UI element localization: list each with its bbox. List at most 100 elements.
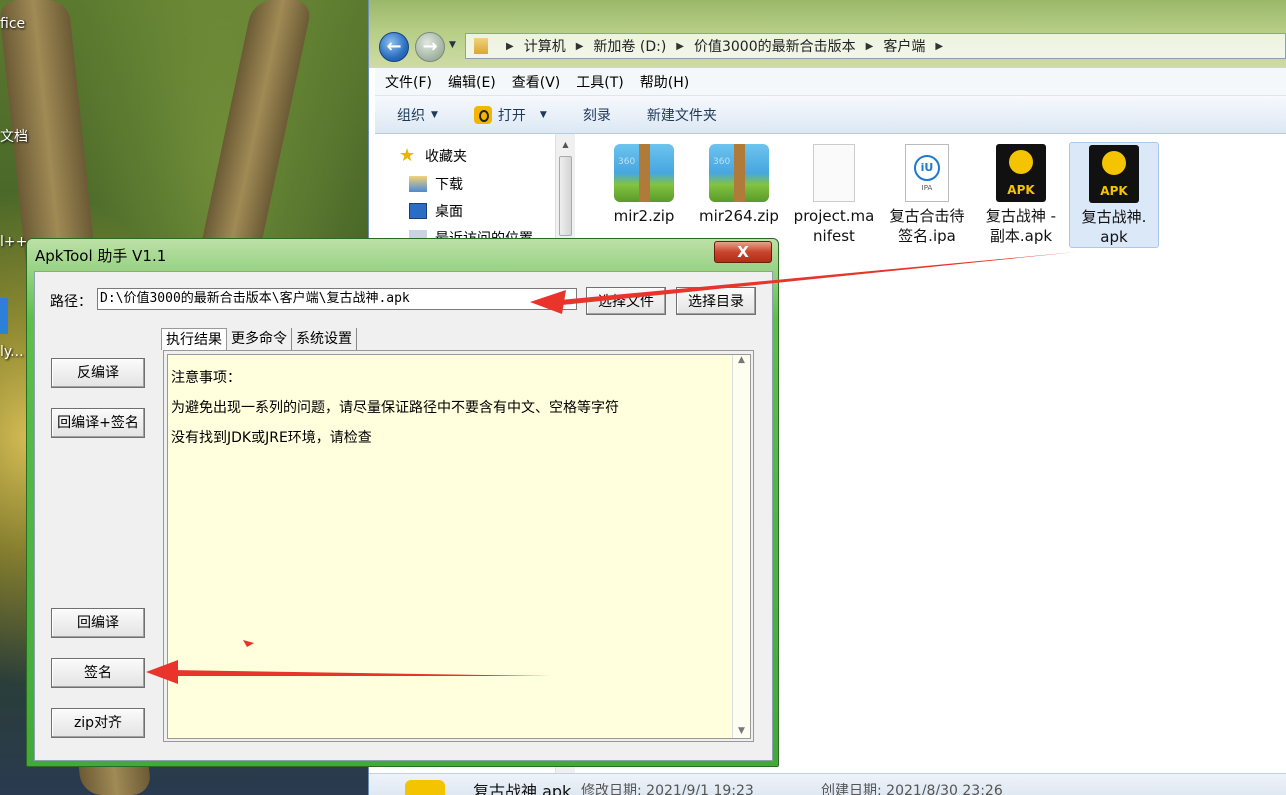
menu-help[interactable]: 帮助(H) — [640, 72, 689, 92]
details-modified: 修改日期: 2021/9/1 19:23 — [581, 783, 754, 795]
file-item-selected[interactable]: APK 复古战神. apk — [1069, 142, 1159, 248]
tab-system-settings[interactable]: 系统设置 — [292, 328, 357, 350]
forward-button[interactable]: → — [415, 32, 445, 62]
chevron-right-icon[interactable]: ▶ — [506, 41, 514, 52]
recompile-sign-button[interactable]: 回编译+签名 — [51, 408, 145, 438]
nav-label: 下载 — [435, 177, 463, 193]
apktool-title: ApkTool 助手 V1.1 — [35, 247, 167, 265]
file-name-line: 复古战神 - — [985, 207, 1057, 225]
file-item[interactable]: mir2.zip — [599, 144, 689, 226]
breadcrumb-item[interactable]: 客户端 — [883, 36, 925, 56]
desktop-app-icon[interactable] — [0, 298, 8, 334]
scroll-down-arrow-icon[interactable]: ▼ — [733, 726, 750, 736]
open-app-icon — [473, 105, 492, 124]
tab-strip: 执行结果 更多命令 系统设置 — [161, 328, 357, 350]
tab-results[interactable]: 执行结果 — [161, 328, 227, 350]
ipa-file-icon: iU IPA — [905, 144, 949, 202]
scrollbar-thumb[interactable] — [559, 156, 572, 236]
file-name-line: project.ma — [793, 207, 875, 225]
desktop-icon-label[interactable]: ly... — [0, 344, 24, 360]
file-item[interactable]: mir264.zip — [694, 144, 784, 226]
chevron-right-icon[interactable]: ▶ — [676, 41, 684, 52]
results-panel: 注意事项： 为避免出现一系列的问题，请尽量保证路径中不要含有中文、空格等字符 没… — [163, 350, 754, 742]
nav-desktop[interactable]: 桌面 — [409, 201, 463, 221]
apktool-window: ApkTool 助手 V1.1 X 路径： D:\价值3000的最新合击版本\客… — [26, 238, 779, 767]
output-line: 为避免出现一系列的问题，请尽量保证路径中不要含有中文、空格等字符 — [171, 400, 619, 416]
apk-logo-icon — [1102, 151, 1126, 175]
nav-downloads[interactable]: 下载 — [409, 174, 463, 194]
output-line: 没有找到JDK或JRE环境，请检查 — [171, 430, 372, 446]
zipalign-button[interactable]: zip对齐 — [51, 708, 145, 738]
burn-button[interactable]: 刻录 — [583, 105, 611, 125]
sign-button[interactable]: 签名 — [51, 658, 145, 688]
recent-pages-dropdown[interactable]: ▼ — [449, 40, 456, 50]
nav-favorites[interactable]: ★ 收藏夹 — [399, 146, 467, 166]
back-button[interactable]: ← — [379, 32, 409, 62]
chevron-right-icon[interactable]: ▶ — [935, 41, 943, 52]
downloads-folder-icon — [409, 176, 427, 192]
explorer-titlebar: ← → ▼ ▶ 计算机 ▶ 新加卷 (D:) ▶ 价值3000的最新合击版本 ▶… — [369, 0, 1286, 68]
desktop-icon-label[interactable]: l++ — [0, 234, 27, 250]
apk-icon-label: APK — [1007, 183, 1035, 197]
file-name: mir264.zip — [699, 207, 779, 225]
new-folder-button[interactable]: 新建文件夹 — [647, 105, 717, 125]
menu-tools[interactable]: 工具(T) — [576, 72, 623, 92]
organize-button[interactable]: 组织 ▼ — [397, 105, 438, 125]
breadcrumb-item[interactable]: 计算机 — [524, 36, 566, 56]
chevron-right-icon[interactable]: ▶ — [576, 41, 584, 52]
decompile-button[interactable]: 反编译 — [51, 358, 145, 388]
tab-more-commands[interactable]: 更多命令 — [227, 328, 292, 350]
file-name-line: 副本.apk — [989, 227, 1053, 245]
file-name-line: apk — [1100, 228, 1128, 246]
file-name: mir2.zip — [613, 207, 675, 225]
scroll-up-arrow-icon[interactable]: ▲ — [556, 140, 575, 149]
chevron-right-icon[interactable]: ▶ — [866, 41, 874, 52]
file-name-line: 复古战神. — [1081, 208, 1147, 226]
output-log[interactable]: 注意事项： 为避免出现一系列的问题，请尽量保证路径中不要含有中文、空格等字符 没… — [167, 354, 751, 739]
blank-document-icon — [813, 144, 855, 202]
close-button[interactable]: X — [714, 241, 772, 263]
desktop-icon-label[interactable]: 文档 — [0, 126, 28, 146]
scroll-up-arrow-icon[interactable]: ▲ — [733, 355, 750, 365]
desktop-folder-icon — [409, 203, 427, 219]
breadcrumb-item[interactable]: 新加卷 (D:) — [593, 36, 666, 56]
caret-down-icon[interactable]: ▼ — [540, 110, 547, 120]
ipa-icon-label: IPA — [921, 184, 933, 192]
path-input[interactable]: D:\价值3000的最新合击版本\客户端\复古战神.apk — [97, 288, 577, 310]
file-item[interactable]: iU IPA 复古合击待 签名.ipa — [882, 144, 972, 246]
details-file-name: 复古战神.apk — [473, 782, 572, 795]
menu-file[interactable]: 文件(F) — [385, 72, 432, 92]
open-label: 打开 — [497, 107, 526, 124]
file-name-line: 复古合击待 — [889, 207, 965, 225]
file-item[interactable]: APK 复古战神 - 副本.apk — [976, 144, 1066, 246]
apk-file-icon: APK — [1089, 145, 1139, 203]
recompile-button[interactable]: 回编译 — [51, 608, 145, 638]
file-item[interactable]: project.ma nifest — [789, 144, 879, 246]
caret-down-icon: ▼ — [431, 109, 438, 120]
file-name-line: nifest — [813, 227, 855, 245]
details-created: 创建日期: 2021/8/30 23:26 — [821, 783, 1003, 795]
zip-archive-icon — [614, 144, 674, 202]
nav-label: 收藏夹 — [425, 149, 467, 165]
apk-icon-label: APK — [1100, 184, 1128, 198]
output-scrollbar[interactable]: ▲ ▼ — [732, 355, 750, 738]
apk-logo-icon — [1009, 150, 1033, 174]
menu-edit[interactable]: 编辑(E) — [448, 72, 496, 92]
nav-label: 桌面 — [435, 204, 463, 220]
select-file-button[interactable]: 选择文件 — [586, 287, 666, 315]
zip-archive-icon — [709, 144, 769, 202]
star-icon: ★ — [399, 145, 416, 166]
menu-view[interactable]: 查看(V) — [512, 72, 561, 92]
breadcrumb-item[interactable]: 价值3000的最新合击版本 — [694, 36, 856, 56]
output-line: 注意事项： — [171, 370, 241, 386]
open-button[interactable]: 打开 ▼ — [473, 105, 547, 125]
command-bar: 组织 ▼ 打开 ▼ 刻录 新建文件夹 — [375, 96, 1286, 134]
path-label: 路径： — [50, 294, 92, 310]
select-dir-button[interactable]: 选择目录 — [676, 287, 756, 315]
desktop-icon-label[interactable]: fice — [0, 16, 25, 32]
apk-file-icon: APK — [996, 144, 1046, 202]
address-bar[interactable]: ▶ 计算机 ▶ 新加卷 (D:) ▶ 价值3000的最新合击版本 ▶ 客户端 ▶ — [465, 33, 1286, 59]
file-name-line: 签名.ipa — [898, 227, 956, 245]
organize-label: 组织 — [397, 107, 425, 124]
details-pane: 复古战神.apk 修改日期: 2021/9/1 19:23 创建日期: 2021… — [369, 773, 1286, 795]
